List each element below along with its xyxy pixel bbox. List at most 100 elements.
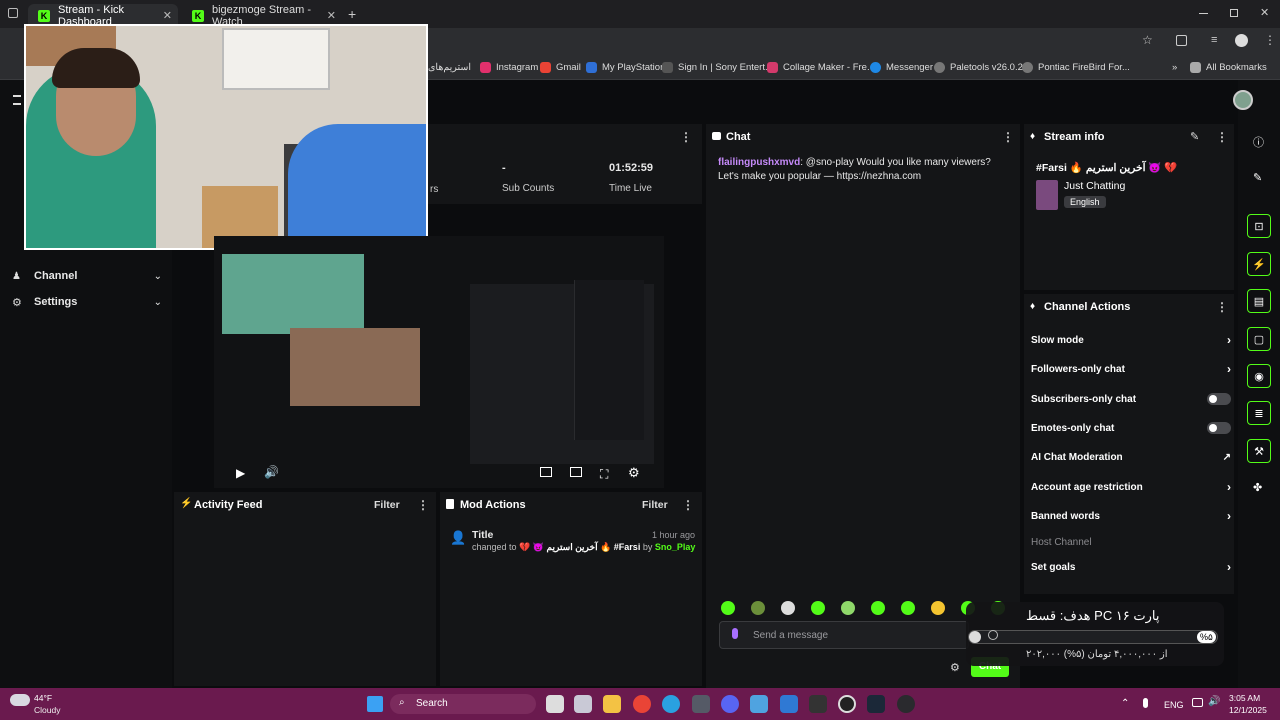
emote-icon[interactable] — [841, 601, 855, 615]
security-icon[interactable] — [780, 695, 798, 713]
discord-icon[interactable] — [721, 695, 739, 713]
action-set-goals[interactable]: Set goals › — [1031, 557, 1231, 577]
chat-username[interactable]: flailingpushxmvd — [718, 157, 800, 168]
clock-date[interactable]: 12/1/2025 — [1229, 705, 1267, 715]
emote-icon[interactable] — [781, 601, 795, 615]
mic-icon[interactable] — [1143, 698, 1148, 708]
rail-layers-icon[interactable]: ≣ — [1247, 401, 1271, 425]
action-account-age[interactable]: Account age restriction › — [1031, 477, 1231, 497]
bookmark-pontiac[interactable]: Pontiac FireBird For... — [1022, 59, 1130, 75]
rail-document-icon[interactable]: ▤ — [1247, 289, 1271, 313]
task-view-icon[interactable] — [546, 695, 564, 713]
bookmark-my-playstation[interactable]: My PlayStation — [586, 59, 665, 75]
play-icon[interactable]: ▶ — [236, 466, 245, 480]
rail-broadcast-icon[interactable]: ◉ — [1247, 364, 1271, 388]
action-ai-moderation[interactable]: AI Chat Moderation ↗ — [1031, 447, 1231, 467]
category-name[interactable]: Just Chatting — [1064, 180, 1125, 192]
panel-menu-icon[interactable]: ⋮ — [680, 130, 692, 144]
emote-icon[interactable] — [811, 601, 825, 615]
pen-icon[interactable]: ✎ — [1253, 171, 1262, 184]
mod-entry-user[interactable]: Sno_Play — [655, 542, 696, 552]
volume-icon[interactable]: 🔊 — [264, 465, 279, 479]
bookmark-sony[interactable]: Sign In | Sony Entert... — [662, 59, 773, 75]
menu-icon[interactable]: ⋮ — [1264, 33, 1276, 47]
bookmark-gmail[interactable]: Gmail — [540, 59, 581, 75]
all-bookmarks[interactable]: All Bookmarks — [1190, 59, 1267, 75]
new-tab-button[interactable]: + — [348, 6, 356, 22]
obs-icon[interactable] — [838, 695, 856, 713]
bookmark-messenger[interactable]: Messenger — [870, 59, 933, 75]
bookmark-instagram[interactable]: Instagram — [480, 59, 538, 75]
bookmark-paletools[interactable]: Paletools v26.0.23 — [934, 59, 1028, 75]
profile-avatar[interactable] — [1233, 90, 1253, 110]
rail-chat-icon[interactable]: ▢ — [1247, 327, 1271, 351]
file-explorer-icon[interactable] — [603, 695, 621, 713]
subscribers-only-toggle[interactable] — [1207, 393, 1231, 405]
steam-icon[interactable] — [867, 695, 885, 713]
emote-icon[interactable] — [871, 601, 885, 615]
mod-menu-icon[interactable]: ⋮ — [682, 498, 694, 512]
tray-overflow-icon[interactable]: ⌃ — [1121, 698, 1129, 709]
volume-tray-icon[interactable]: 🔊 — [1208, 696, 1220, 707]
language-indicator[interactable]: ENG — [1164, 700, 1184, 710]
theater-icon[interactable] — [570, 467, 582, 477]
channel-actions-menu-icon[interactable]: ⋮ — [1216, 300, 1228, 314]
stream-info-menu-icon[interactable]: ⋮ — [1216, 130, 1228, 144]
channel-icon: ♟ — [12, 270, 21, 282]
start-button[interactable] — [367, 696, 383, 712]
action-slow-mode[interactable]: Slow mode › — [1031, 330, 1231, 350]
chat-input[interactable]: Send a message — [719, 621, 969, 649]
mod-filter-button[interactable]: Filter — [642, 499, 668, 511]
emote-icon[interactable] — [931, 601, 945, 615]
bookmark-persian[interactable]: استریم‌های — [428, 59, 471, 75]
edit-icon[interactable]: ✎ — [1190, 130, 1199, 143]
rail-apps-icon[interactable]: ✤ — [1253, 481, 1262, 494]
network-icon[interactable] — [1192, 698, 1203, 707]
settings-gear-icon[interactable]: ⚙ — [628, 465, 640, 481]
bookmarks-overflow-icon[interactable]: » — [1172, 59, 1177, 75]
close-tab-icon[interactable]: ✕ — [327, 9, 336, 22]
emote-icon[interactable] — [721, 601, 735, 615]
info-icon[interactable]: ⓘ — [1253, 134, 1264, 150]
rail-focus-icon[interactable]: ⊡ — [1247, 214, 1271, 238]
extensions-icon[interactable] — [1176, 35, 1187, 46]
extra-app-icon[interactable] — [897, 695, 915, 713]
chat-settings-icon[interactable]: ⚙ — [950, 661, 960, 674]
microphone-icon[interactable] — [732, 628, 738, 639]
profile-avatar-icon[interactable] — [1235, 34, 1248, 47]
rail-wrench-icon[interactable]: ⚒ — [1247, 439, 1271, 463]
calculator-icon[interactable] — [692, 695, 710, 713]
bookmark-collage-maker[interactable]: Collage Maker - Fre... — [767, 59, 875, 75]
sidebar-item-channel[interactable]: ♟ Channel ⌄ — [12, 267, 162, 285]
video-preview[interactable]: ▶ 🔊 ⛶ ⚙ — [214, 236, 664, 488]
close-window-icon[interactable]: ✕ — [1260, 6, 1269, 19]
rail-bolt-icon[interactable]: ⚡ — [1247, 252, 1271, 276]
maximize-icon[interactable] — [1230, 9, 1238, 17]
activity-filter-button[interactable]: Filter — [374, 499, 400, 511]
sidebar-toggle-icon[interactable] — [8, 8, 18, 18]
emote-icon[interactable] — [751, 601, 765, 615]
weather-icon[interactable] — [10, 694, 30, 706]
clock-time[interactable]: 3:05 AM — [1229, 693, 1260, 703]
action-host-channel[interactable]: Host Channel — [1031, 532, 1231, 552]
photos-icon[interactable] — [750, 695, 768, 713]
action-banned-words[interactable]: Banned words › — [1031, 506, 1231, 526]
activity-menu-icon[interactable]: ⋮ — [417, 498, 429, 512]
minimize-icon[interactable] — [1199, 13, 1208, 14]
telegram-icon[interactable] — [662, 695, 680, 713]
star-icon[interactable]: ☆ — [1142, 33, 1153, 47]
action-followers-only[interactable]: Followers-only chat › — [1031, 359, 1231, 379]
chrome-icon[interactable] — [633, 695, 651, 713]
nav-icon[interactable] — [13, 95, 21, 105]
pip-icon[interactable] — [540, 467, 552, 477]
app-icon[interactable] — [809, 695, 827, 713]
close-tab-icon[interactable]: ✕ — [163, 9, 172, 22]
sidebar-item-settings[interactable]: ⚙ Settings ⌄ — [12, 293, 162, 311]
taskbar-search[interactable]: ⌕ Search — [390, 694, 536, 714]
media-icon[interactable]: ≡ — [1211, 34, 1217, 46]
emotes-only-toggle[interactable] — [1207, 422, 1231, 434]
snipping-icon[interactable] — [574, 695, 592, 713]
chat-menu-icon[interactable]: ⋮ — [1002, 130, 1014, 144]
emote-icon[interactable] — [901, 601, 915, 615]
fullscreen-icon[interactable]: ⛶ — [600, 467, 608, 482]
